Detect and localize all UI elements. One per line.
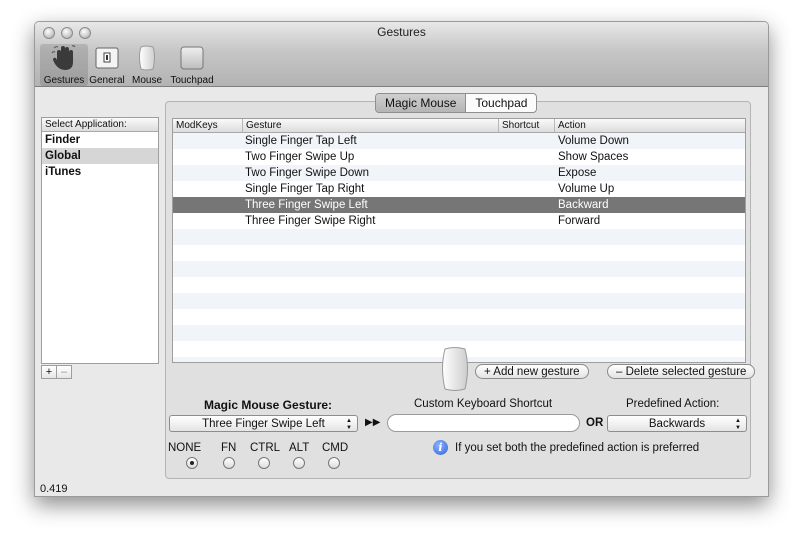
modifier-label-fn: FN xyxy=(221,442,237,454)
app-window: Gestures Gestures General Mouse Touchpad… xyxy=(34,21,769,497)
column-header-modkeys[interactable]: ModKeys xyxy=(173,119,244,132)
toolbar-gestures[interactable]: Gestures xyxy=(40,44,88,86)
magic-mouse-icon xyxy=(442,347,468,391)
empty-row xyxy=(173,261,745,277)
table-row[interactable]: Two Finger Swipe Up Show Spaces xyxy=(173,149,745,165)
cell-action: Expose xyxy=(558,167,597,179)
cell-action: Forward xyxy=(558,215,601,227)
toolbar-mouse-label: Mouse xyxy=(131,75,162,86)
cell-action: Volume Down xyxy=(558,135,629,147)
tab-touchpad[interactable]: Touchpad xyxy=(466,94,536,112)
predefined-action-value: Backwards xyxy=(648,418,706,430)
table-row[interactable]: Three Finger Swipe Right Forward xyxy=(173,213,745,229)
remove-application-button[interactable]: – xyxy=(56,365,72,379)
tab-magic-mouse[interactable]: Magic Mouse xyxy=(376,94,467,112)
info-icon: i xyxy=(433,440,448,455)
table-row-selected[interactable]: Three Finger Swipe Left Backward xyxy=(173,197,745,213)
cell-gesture: Single Finger Tap Right xyxy=(245,183,365,195)
or-label: OR xyxy=(586,417,604,429)
table-row[interactable]: Single Finger Tap Right Volume Up xyxy=(173,181,745,197)
application-item-itunes[interactable]: iTunes xyxy=(42,164,158,180)
hand-icon xyxy=(51,45,76,70)
cell-gesture: Single Finger Tap Left xyxy=(245,135,357,147)
modifier-radio-fn[interactable] xyxy=(223,457,235,469)
modifier-radio-alt[interactable] xyxy=(293,457,305,469)
empty-row xyxy=(173,293,745,309)
empty-row xyxy=(173,245,745,261)
empty-row xyxy=(173,229,745,245)
cell-gesture: Two Finger Swipe Up xyxy=(245,151,355,163)
column-header-gesture[interactable]: Gesture xyxy=(242,119,498,132)
modifier-radio-none[interactable] xyxy=(186,457,198,469)
shortcut-input[interactable] xyxy=(387,414,580,432)
table-row[interactable]: Single Finger Tap Left Volume Down xyxy=(173,133,745,149)
toolbar-general-label: General xyxy=(89,75,125,86)
table-header: ModKeys Gesture Shortcut Action xyxy=(173,119,745,133)
gesture-table[interactable]: ModKeys Gesture Shortcut Action Single F… xyxy=(172,118,746,363)
title-bar: Gestures Gestures General Mouse Touchpad xyxy=(35,22,768,87)
device-segmented-control[interactable]: Magic Mouse Touchpad xyxy=(375,93,538,113)
column-header-shortcut[interactable]: Shortcut xyxy=(498,119,554,132)
modifier-label-ctrl: CTRL xyxy=(250,442,281,454)
modifier-label-cmd: CMD xyxy=(322,442,349,454)
modifier-radio-cmd[interactable] xyxy=(328,457,340,469)
window-title: Gestures xyxy=(377,25,426,39)
mouse-icon xyxy=(139,45,155,71)
gesture-select-value: Three Finger Swipe Left xyxy=(202,418,325,430)
cell-action: Backward xyxy=(558,199,609,211)
empty-row xyxy=(173,325,745,341)
column-header-action[interactable]: Action xyxy=(554,119,745,132)
modifier-label-none: NONE xyxy=(168,442,202,454)
arrow-icon: ▶▶ xyxy=(365,417,381,428)
application-list-header: Select Application: xyxy=(42,118,158,132)
modifier-radio-ctrl[interactable] xyxy=(258,457,270,469)
shortcut-label: Custom Keyboard Shortcut xyxy=(414,398,553,410)
application-list[interactable]: Select Application: Finder Global iTunes xyxy=(41,117,159,364)
gesture-panel: Magic Mouse Touchpad ModKeys Gesture Sho… xyxy=(165,93,756,479)
gesture-select-label: Magic Mouse Gesture: xyxy=(204,398,333,412)
toolbar-mouse[interactable]: Mouse xyxy=(131,44,163,86)
updown-arrows-icon: ▲ ▼ xyxy=(735,418,741,431)
table-body: Single Finger Tap Left Volume Down Two F… xyxy=(173,133,745,362)
modifier-label-alt: ALT xyxy=(289,442,310,454)
table-row[interactable]: Two Finger Swipe Down Expose xyxy=(173,165,745,181)
toolbar-gestures-label: Gestures xyxy=(43,75,85,86)
empty-row xyxy=(173,277,745,293)
cell-gesture: Two Finger Swipe Down xyxy=(245,167,369,179)
touchpad-icon xyxy=(180,46,204,70)
cell-action: Volume Up xyxy=(558,183,615,195)
application-item-global[interactable]: Global xyxy=(42,148,158,164)
toolbar-touchpad-label: Touchpad xyxy=(170,75,214,86)
updown-arrows-icon: ▲ ▼ xyxy=(346,418,352,431)
add-application-button[interactable]: + xyxy=(41,365,57,379)
add-gesture-button[interactable]: + Add new gesture xyxy=(475,364,589,379)
status-text: 0.419 xyxy=(40,483,68,495)
toolbar-touchpad[interactable]: Touchpad xyxy=(169,44,215,86)
info-text: If you set both the predefined action is… xyxy=(455,442,700,454)
cell-gesture: Three Finger Swipe Left xyxy=(245,199,368,211)
switch-icon xyxy=(95,47,119,69)
delete-gesture-button[interactable]: – Delete selected gesture xyxy=(607,364,756,379)
toolbar-general[interactable]: General xyxy=(89,44,125,86)
empty-row xyxy=(173,309,745,325)
gesture-select[interactable]: Three Finger Swipe Left ▲ ▼ xyxy=(169,415,358,432)
cell-gesture: Three Finger Swipe Right xyxy=(245,215,376,227)
application-item-finder[interactable]: Finder xyxy=(42,132,158,148)
predefined-action-select[interactable]: Backwards ▲ ▼ xyxy=(607,415,747,432)
predefined-action-label: Predefined Action: xyxy=(626,398,720,410)
cell-action: Show Spaces xyxy=(558,151,629,163)
